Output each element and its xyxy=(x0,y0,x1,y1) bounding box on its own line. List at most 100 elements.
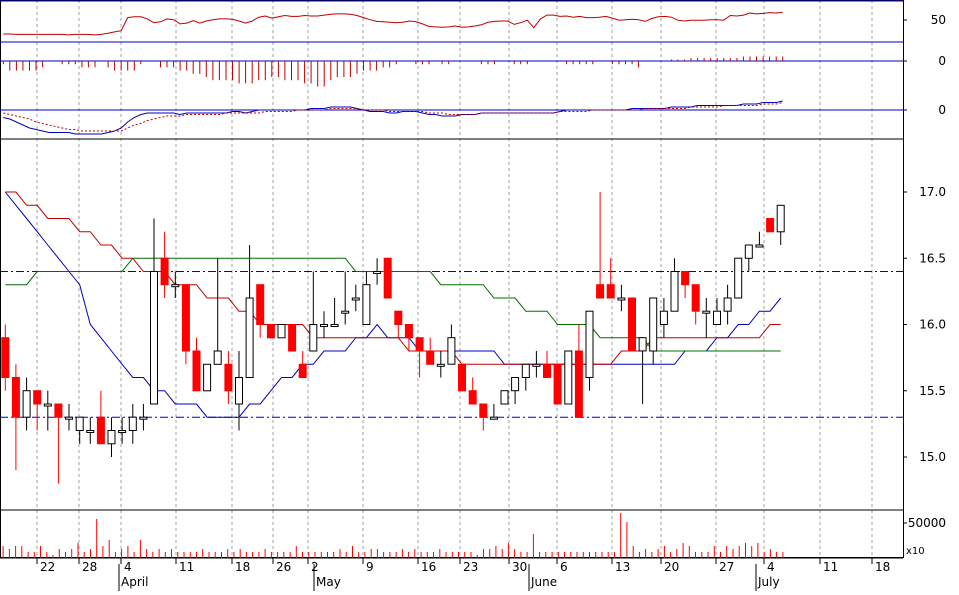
candle-body-68 xyxy=(723,297,732,312)
candle-43 xyxy=(458,363,466,392)
candle-body-21 xyxy=(224,363,233,392)
candle-5 xyxy=(54,403,63,484)
candle-7 xyxy=(75,416,84,444)
month-label-2: June xyxy=(530,575,557,589)
candle-21 xyxy=(224,351,233,404)
candle-body-65 xyxy=(691,284,700,312)
candle-body-34 xyxy=(362,284,371,326)
candle-body-38 xyxy=(404,324,413,339)
candle-63 xyxy=(670,258,679,312)
panel-frames xyxy=(0,0,904,559)
candle-body-19 xyxy=(203,363,212,392)
candle-49 xyxy=(521,363,530,391)
moving-average-1 xyxy=(5,191,781,365)
candle-3 xyxy=(33,390,42,431)
price-y-16.5-label: 16.5 xyxy=(919,251,946,265)
candle-body-73 xyxy=(776,204,785,233)
x-axis: 22 28 4 11 18 26 2 9 16 23 30 6 13 20 27 4 11 18 April May J… xyxy=(36,558,890,591)
candle-body-0 xyxy=(1,337,10,379)
candle-body-29 xyxy=(309,324,318,352)
candle-body-69 xyxy=(734,257,743,299)
candle-body-72 xyxy=(766,218,775,233)
candle-29 xyxy=(309,271,318,352)
month-label-3: July xyxy=(757,575,780,589)
candle-body-51 xyxy=(543,363,551,378)
x-label-10: 30 xyxy=(512,560,527,574)
candle-body-25 xyxy=(266,324,275,339)
price-panel xyxy=(0,191,903,484)
oscillator-panel xyxy=(0,0,903,43)
hist-y-0-label: 0 xyxy=(938,54,946,68)
candle-body-16 xyxy=(171,284,180,288)
candle-45 xyxy=(479,403,488,431)
x-label-4: 18 xyxy=(235,560,250,574)
candle-body-54 xyxy=(574,350,583,418)
candle-30 xyxy=(320,311,328,338)
candle-10 xyxy=(107,417,116,457)
candle-body-62 xyxy=(659,310,668,326)
x-label-1: 28 xyxy=(82,560,97,574)
candle-53 xyxy=(564,350,573,405)
candle-27 xyxy=(288,324,297,352)
candle-body-9 xyxy=(96,416,105,445)
candle-32 xyxy=(341,271,350,325)
candle-body-28 xyxy=(298,363,307,378)
candle-8 xyxy=(86,417,95,444)
candle-16 xyxy=(171,271,180,298)
candle-body-66 xyxy=(702,310,711,314)
x-label-8: 16 xyxy=(421,560,436,574)
candle-40 xyxy=(426,337,435,365)
candle-body-12 xyxy=(128,416,137,432)
candle-body-42 xyxy=(447,337,456,365)
candle-body-22 xyxy=(235,377,243,405)
x-label-13: 20 xyxy=(664,560,679,574)
month-label-1: May xyxy=(316,575,341,589)
price-y-16-label: 16.0 xyxy=(919,318,946,332)
macd-series-1 xyxy=(3,102,783,132)
x-label-11: 6 xyxy=(560,560,568,574)
candle-body-20 xyxy=(213,350,222,365)
candle-body-64 xyxy=(681,271,690,286)
candle-68 xyxy=(723,284,732,325)
candle-body-37 xyxy=(394,310,403,326)
candle-60 xyxy=(638,337,647,404)
candle-26 xyxy=(277,324,286,339)
x-label-5: 26 xyxy=(276,560,291,574)
candle-47 xyxy=(500,390,509,405)
x-label-3: 11 xyxy=(179,560,194,574)
candle-body-70 xyxy=(744,244,753,259)
x-label-15: 4 xyxy=(767,560,775,574)
candle-body-35 xyxy=(373,271,382,274)
candle-67 xyxy=(713,298,721,326)
candle-36 xyxy=(383,257,392,299)
candle-body-40 xyxy=(426,350,435,365)
x-label-16: 11 xyxy=(823,560,838,574)
candle-body-46 xyxy=(489,416,498,420)
x-label-12: 13 xyxy=(615,560,630,574)
price-y-15-label: 15.0 xyxy=(919,450,946,464)
x-label-9: 23 xyxy=(463,560,478,574)
candle-body-33 xyxy=(351,297,360,301)
chart-canvas: 50 0 0 15.0 15.5 16.0 16.5 17.0 50000 x10 22 28 4 11… xyxy=(0,0,946,591)
candle-11 xyxy=(118,417,127,444)
candle-body-27 xyxy=(288,324,297,352)
x-label-2: 4 xyxy=(124,560,132,574)
candle-body-31 xyxy=(330,324,339,327)
volume-panel xyxy=(2,513,784,558)
candle-64 xyxy=(681,271,690,298)
candle-body-47 xyxy=(500,390,509,405)
candle-body-57 xyxy=(606,284,615,299)
x-label-6: 2 xyxy=(311,560,319,574)
oscillator-series-line xyxy=(3,11,783,36)
candle-25 xyxy=(266,324,275,339)
macd-series-0 xyxy=(3,100,783,135)
candle-57 xyxy=(606,258,615,299)
candle-body-30 xyxy=(320,324,328,327)
candle-51 xyxy=(543,351,551,378)
candle-body-26 xyxy=(277,324,286,339)
candle-44 xyxy=(468,377,477,405)
candle-17 xyxy=(181,284,190,365)
candle-18 xyxy=(192,337,201,392)
candle-35 xyxy=(373,258,382,285)
candle-65 xyxy=(691,284,700,325)
